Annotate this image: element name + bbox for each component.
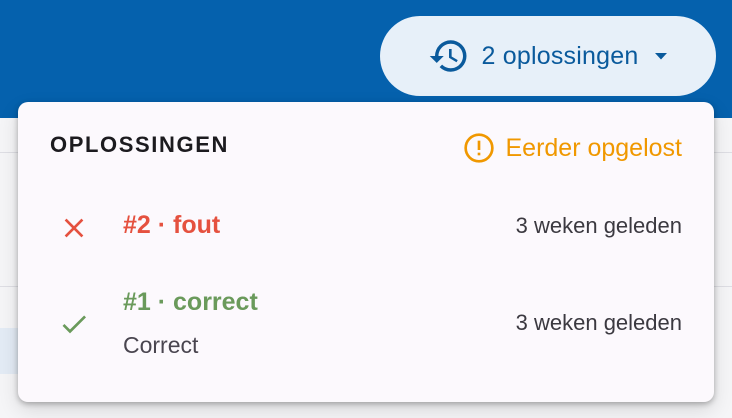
close-icon (64, 218, 84, 238)
alert-circle-icon (464, 133, 495, 163)
submission-time: 3 weken geleden (515, 213, 682, 238)
submission-title: #2 · fout (123, 211, 221, 239)
history-icon (429, 40, 467, 72)
submission-row-wrong[interactable]: #2 · fout 3 weken geleden (18, 198, 714, 258)
submissions-count-label: 2 oplossingen (481, 41, 639, 70)
submission-time: 3 weken geleden (515, 310, 682, 335)
earlier-solved-link[interactable]: Eerder opgelost (463, 132, 682, 164)
submission-row-correct[interactable]: #1 · correct Correct 3 weken geleden (18, 278, 714, 368)
submissions-dropdown: OPLOSSINGEN Eerder opgelost #2 · fout 3 … (18, 102, 714, 402)
submission-title: #1 · correct (123, 288, 258, 316)
submissions-menu-button[interactable]: 2 oplossingen (380, 16, 716, 96)
submission-subtitle: Correct (123, 332, 199, 358)
dropdown-title: OPLOSSINGEN (50, 132, 229, 157)
check-icon (62, 315, 86, 334)
earlier-solved-label: Eerder opgelost (505, 133, 682, 162)
caret-down-icon (655, 53, 668, 60)
